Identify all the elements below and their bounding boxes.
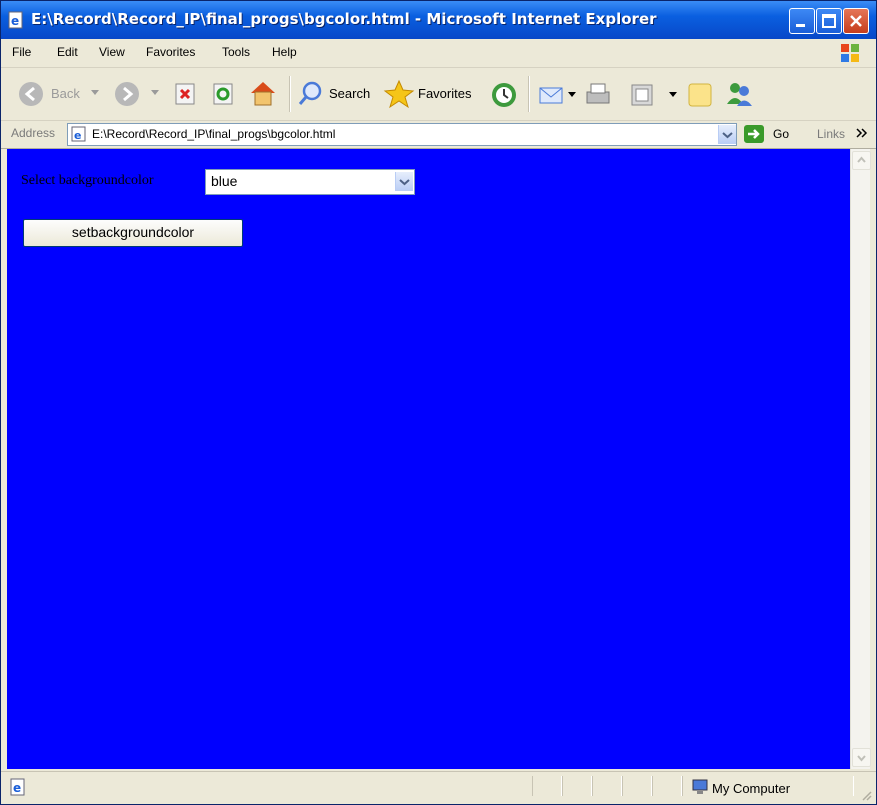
title-bar: e E:\Record\Record_IP\final_progs\bgcolo…	[1, 1, 876, 39]
chevron-down-icon	[857, 755, 866, 762]
status-pane	[652, 776, 682, 796]
ie-window: e E:\Record\Record_IP\final_progs\bgcolo…	[0, 0, 877, 805]
forward-dropdown-icon	[151, 90, 159, 95]
chevron-up-icon	[857, 156, 866, 163]
back-label: Back	[51, 86, 80, 101]
scroll-up-button[interactable]	[852, 151, 871, 170]
history-icon[interactable]	[489, 80, 519, 110]
menu-tools[interactable]: Tools	[222, 45, 250, 59]
search-icon	[298, 81, 322, 105]
back-button[interactable]: Back	[15, 78, 101, 110]
color-select-dropdown-button[interactable]	[395, 172, 413, 191]
menu-view[interactable]: View	[99, 45, 125, 59]
status-pane	[622, 776, 652, 796]
links-label[interactable]: Links	[817, 127, 845, 141]
search-label: Search	[329, 86, 371, 101]
resize-grip-icon[interactable]	[860, 789, 872, 801]
chevron-right-icon[interactable]	[856, 127, 868, 139]
edit-dropdown-icon[interactable]	[669, 92, 677, 98]
favorites-label: Favorites	[418, 86, 472, 101]
scroll-down-button[interactable]	[852, 748, 871, 767]
address-label: Address	[11, 126, 56, 140]
status-pane	[532, 776, 562, 796]
menu-help[interactable]: Help	[272, 45, 297, 59]
status-pane	[562, 776, 592, 796]
select-color-label: Select backgroundcolor	[21, 173, 154, 188]
discuss-icon[interactable]	[686, 80, 716, 110]
search-button[interactable]: Search	[297, 78, 375, 110]
standard-toolbar: Back Search Favorites	[1, 68, 876, 121]
favorites-button[interactable]: Favorites	[383, 78, 477, 110]
address-input[interactable]: e E:\Record\Record_IP\final_progs\bgcolo…	[67, 123, 737, 146]
edit-icon[interactable]	[629, 82, 655, 108]
address-bar: Address e E:\Record\Record_IP\final_prog…	[1, 121, 876, 149]
ie-page-icon: e	[8, 11, 23, 29]
go-button[interactable]	[744, 125, 764, 143]
chevron-down-icon	[722, 132, 733, 139]
menu-favorites[interactable]: Favorites	[146, 45, 195, 59]
status-pane	[592, 776, 622, 796]
print-icon[interactable]	[583, 80, 613, 110]
maximize-button[interactable]	[816, 8, 842, 34]
set-background-color-label: setbackgroundcolor	[71, 224, 195, 240]
svg-text:e: e	[13, 781, 21, 795]
set-background-color-button[interactable]: setbackgroundcolor	[23, 219, 243, 247]
page-content: Select backgroundcolor blue setbackgroun…	[7, 149, 850, 769]
color-select[interactable]: blue	[205, 169, 415, 195]
menu-bar: File Edit View Favorites Tools Help	[1, 39, 876, 68]
ie-page-icon: e	[71, 126, 86, 142]
toolbar-separator	[289, 76, 291, 112]
status-bar: e My Computer	[1, 771, 876, 804]
selected-color-value: blue	[211, 173, 238, 189]
my-computer-icon	[692, 779, 708, 794]
window-title: E:\Record\Record_IP\final_progs\bgcolor.…	[31, 10, 657, 28]
maximize-icon	[822, 14, 836, 28]
windows-logo-icon	[841, 44, 859, 62]
menu-edit[interactable]: Edit	[57, 45, 78, 59]
toolbar-separator	[528, 76, 530, 112]
minimize-icon	[796, 24, 805, 27]
home-icon[interactable]	[247, 78, 279, 108]
favorites-star-icon	[383, 79, 415, 109]
mail-dropdown-icon[interactable]	[568, 92, 576, 98]
zone-label: My Computer	[712, 781, 791, 796]
stop-icon[interactable]	[173, 82, 197, 106]
back-arrow-icon	[19, 82, 43, 106]
chevron-down-icon	[399, 179, 410, 186]
refresh-icon[interactable]	[211, 82, 235, 106]
forward-arrow-icon	[115, 82, 139, 106]
svg-text:e: e	[74, 129, 81, 142]
messenger-icon[interactable]	[723, 78, 755, 110]
ie-page-icon: e	[10, 778, 25, 796]
address-dropdown-button[interactable]	[718, 125, 736, 144]
go-label[interactable]: Go	[773, 127, 789, 141]
svg-text:e: e	[11, 14, 19, 28]
close-icon	[850, 15, 862, 27]
back-dropdown-icon	[91, 90, 99, 95]
close-button[interactable]	[843, 8, 869, 34]
go-arrow-icon	[748, 129, 760, 139]
menu-file[interactable]: File	[12, 45, 31, 59]
address-url: E:\Record\Record_IP\final_progs\bgcolor.…	[92, 127, 336, 141]
minimize-button[interactable]	[789, 8, 815, 34]
mail-icon[interactable]	[537, 80, 567, 110]
forward-button[interactable]	[111, 78, 161, 110]
vertical-scrollbar[interactable]	[850, 149, 871, 769]
